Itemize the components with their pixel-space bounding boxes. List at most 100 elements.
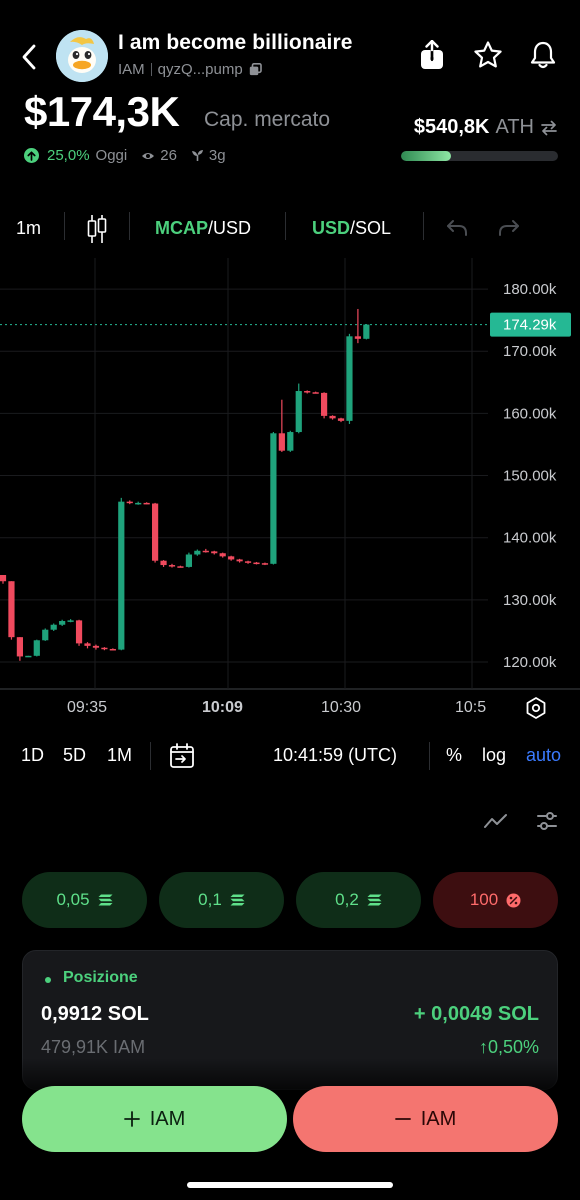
candle-body: [312, 392, 319, 394]
undo-icon: [447, 220, 467, 236]
candle-body: [346, 336, 353, 421]
y-tick-label: 120.00k: [503, 654, 557, 671]
candle-body: [177, 566, 184, 568]
percent-toggle[interactable]: %: [446, 745, 462, 766]
preset-0-2-sol[interactable]: 0,2: [296, 872, 421, 928]
star-icon: [474, 41, 502, 68]
candle-body: [270, 433, 277, 564]
x-tick-label: 10:30: [321, 699, 362, 716]
candle-body: [211, 551, 218, 554]
stats-row: 25,0% Oggi 26 3g: [24, 147, 226, 164]
change-period: Oggi: [95, 147, 128, 164]
swap-icon: [541, 120, 557, 135]
x-tick-label: 10:09: [202, 699, 243, 716]
token-name: I am become billionaire: [118, 31, 353, 54]
candle-body: [278, 433, 285, 451]
candle: [185, 552, 192, 568]
mcap-rest-label: /USD: [208, 218, 252, 238]
token-avatar: [56, 30, 108, 82]
plus-icon: [123, 1111, 140, 1127]
market-cap-value: $174,3K: [24, 88, 180, 135]
copy-icon[interactable]: [249, 63, 262, 76]
buy-button[interactable]: IAM: [22, 1086, 287, 1152]
candle: [321, 392, 328, 419]
candle-body: [253, 562, 260, 565]
candle-body: [118, 501, 125, 650]
divider: [423, 212, 424, 240]
sell-button[interactable]: IAM: [293, 1086, 558, 1152]
solana-icon: [230, 894, 245, 906]
sell-label: IAM: [420, 1107, 457, 1130]
ath-progress-fill: [401, 151, 452, 161]
preset-label: 0,1: [198, 890, 222, 909]
price-chart[interactable]: 180.00k 170.00k 160.00k 150.00k 140.00k 130.0…: [0, 258, 580, 690]
redo-button[interactable]: [498, 219, 520, 242]
position-pnl: + 0,0049 SOL: [413, 1003, 539, 1025]
range-row: 1D 5D 1M 10:41:59 (UTC) % log auto: [0, 742, 580, 772]
usd-active-label: USD: [312, 218, 351, 238]
interval-selector[interactable]: 1m: [16, 218, 41, 239]
candle-body: [50, 624, 57, 630]
candle-body: [109, 648, 116, 651]
preset-0-1-sol[interactable]: 0,1: [159, 872, 284, 928]
y-tick-label: 140.00k: [503, 530, 557, 547]
views-stat: 26: [141, 147, 177, 164]
utc-time[interactable]: 10:41:59 (UTC): [273, 745, 397, 766]
log-toggle[interactable]: log: [482, 745, 506, 766]
sliders-icon: [537, 812, 557, 830]
candles-type-button[interactable]: [86, 214, 108, 249]
candle-body: [143, 502, 150, 505]
candle-body: [261, 563, 269, 565]
status-dot: [45, 977, 51, 983]
percent-badge-icon: [506, 893, 521, 907]
range-5d[interactable]: 5D: [63, 745, 86, 766]
share-button[interactable]: [415, 38, 449, 72]
preset-label: 0,2: [335, 890, 359, 909]
home-indicator: [187, 1182, 393, 1188]
candle-body: [75, 620, 83, 644]
candle-body: [321, 392, 328, 416]
candle-body: [84, 643, 91, 646]
date-range-button[interactable]: [168, 742, 196, 775]
candle: [270, 432, 277, 565]
preset-0-05-sol[interactable]: 0,05: [22, 872, 147, 928]
solana-icon: [98, 894, 113, 906]
ticker-row: IAM qyzQ...pump: [118, 61, 262, 78]
preset-100-percent[interactable]: 100: [433, 872, 558, 928]
back-button[interactable]: [14, 40, 44, 74]
chart-settings-button[interactable]: [524, 696, 548, 725]
sprout-icon: [191, 150, 203, 161]
candle: [363, 324, 370, 340]
preset-label: 0,05: [56, 890, 90, 909]
candle: [152, 502, 159, 563]
buy-label: IAM: [149, 1107, 186, 1130]
usd-rest-label: /SOL: [350, 218, 392, 238]
divider: [150, 742, 151, 770]
filters-button[interactable]: [536, 810, 558, 837]
alerts-button[interactable]: [526, 38, 560, 72]
favorite-button[interactable]: [471, 38, 505, 72]
mcap-usd-toggle[interactable]: MCAP/USD: [155, 218, 251, 239]
ath-value: $540,8K: [413, 116, 490, 138]
bell-icon: [530, 41, 556, 69]
mcap-active-label: MCAP: [155, 218, 208, 238]
candle-body: [168, 565, 176, 567]
usd-sol-toggle[interactable]: USD/SOL: [312, 218, 391, 239]
token-address[interactable]: qyzQ...pump: [158, 61, 243, 78]
candle-body: [202, 550, 209, 553]
y-tick-label: 130.00k: [503, 592, 557, 609]
auto-toggle[interactable]: auto: [526, 745, 561, 766]
candle-body: [363, 324, 370, 339]
undo-button[interactable]: [446, 219, 468, 242]
line-chart-button[interactable]: [484, 812, 508, 835]
candle-body: [236, 559, 243, 562]
range-1m[interactable]: 1M: [107, 745, 132, 766]
x-axis: 09:35 10:09 10:30 10:5: [0, 697, 580, 721]
ath-toggle[interactable]: $540,8K ATH: [414, 116, 558, 139]
range-1d[interactable]: 1D: [21, 745, 44, 766]
candle-body: [0, 575, 7, 582]
candle: [8, 581, 15, 640]
candle-body: [92, 645, 100, 648]
candle-body: [354, 336, 361, 339]
position-token-amount: 479,91K IAM: [41, 1037, 146, 1057]
